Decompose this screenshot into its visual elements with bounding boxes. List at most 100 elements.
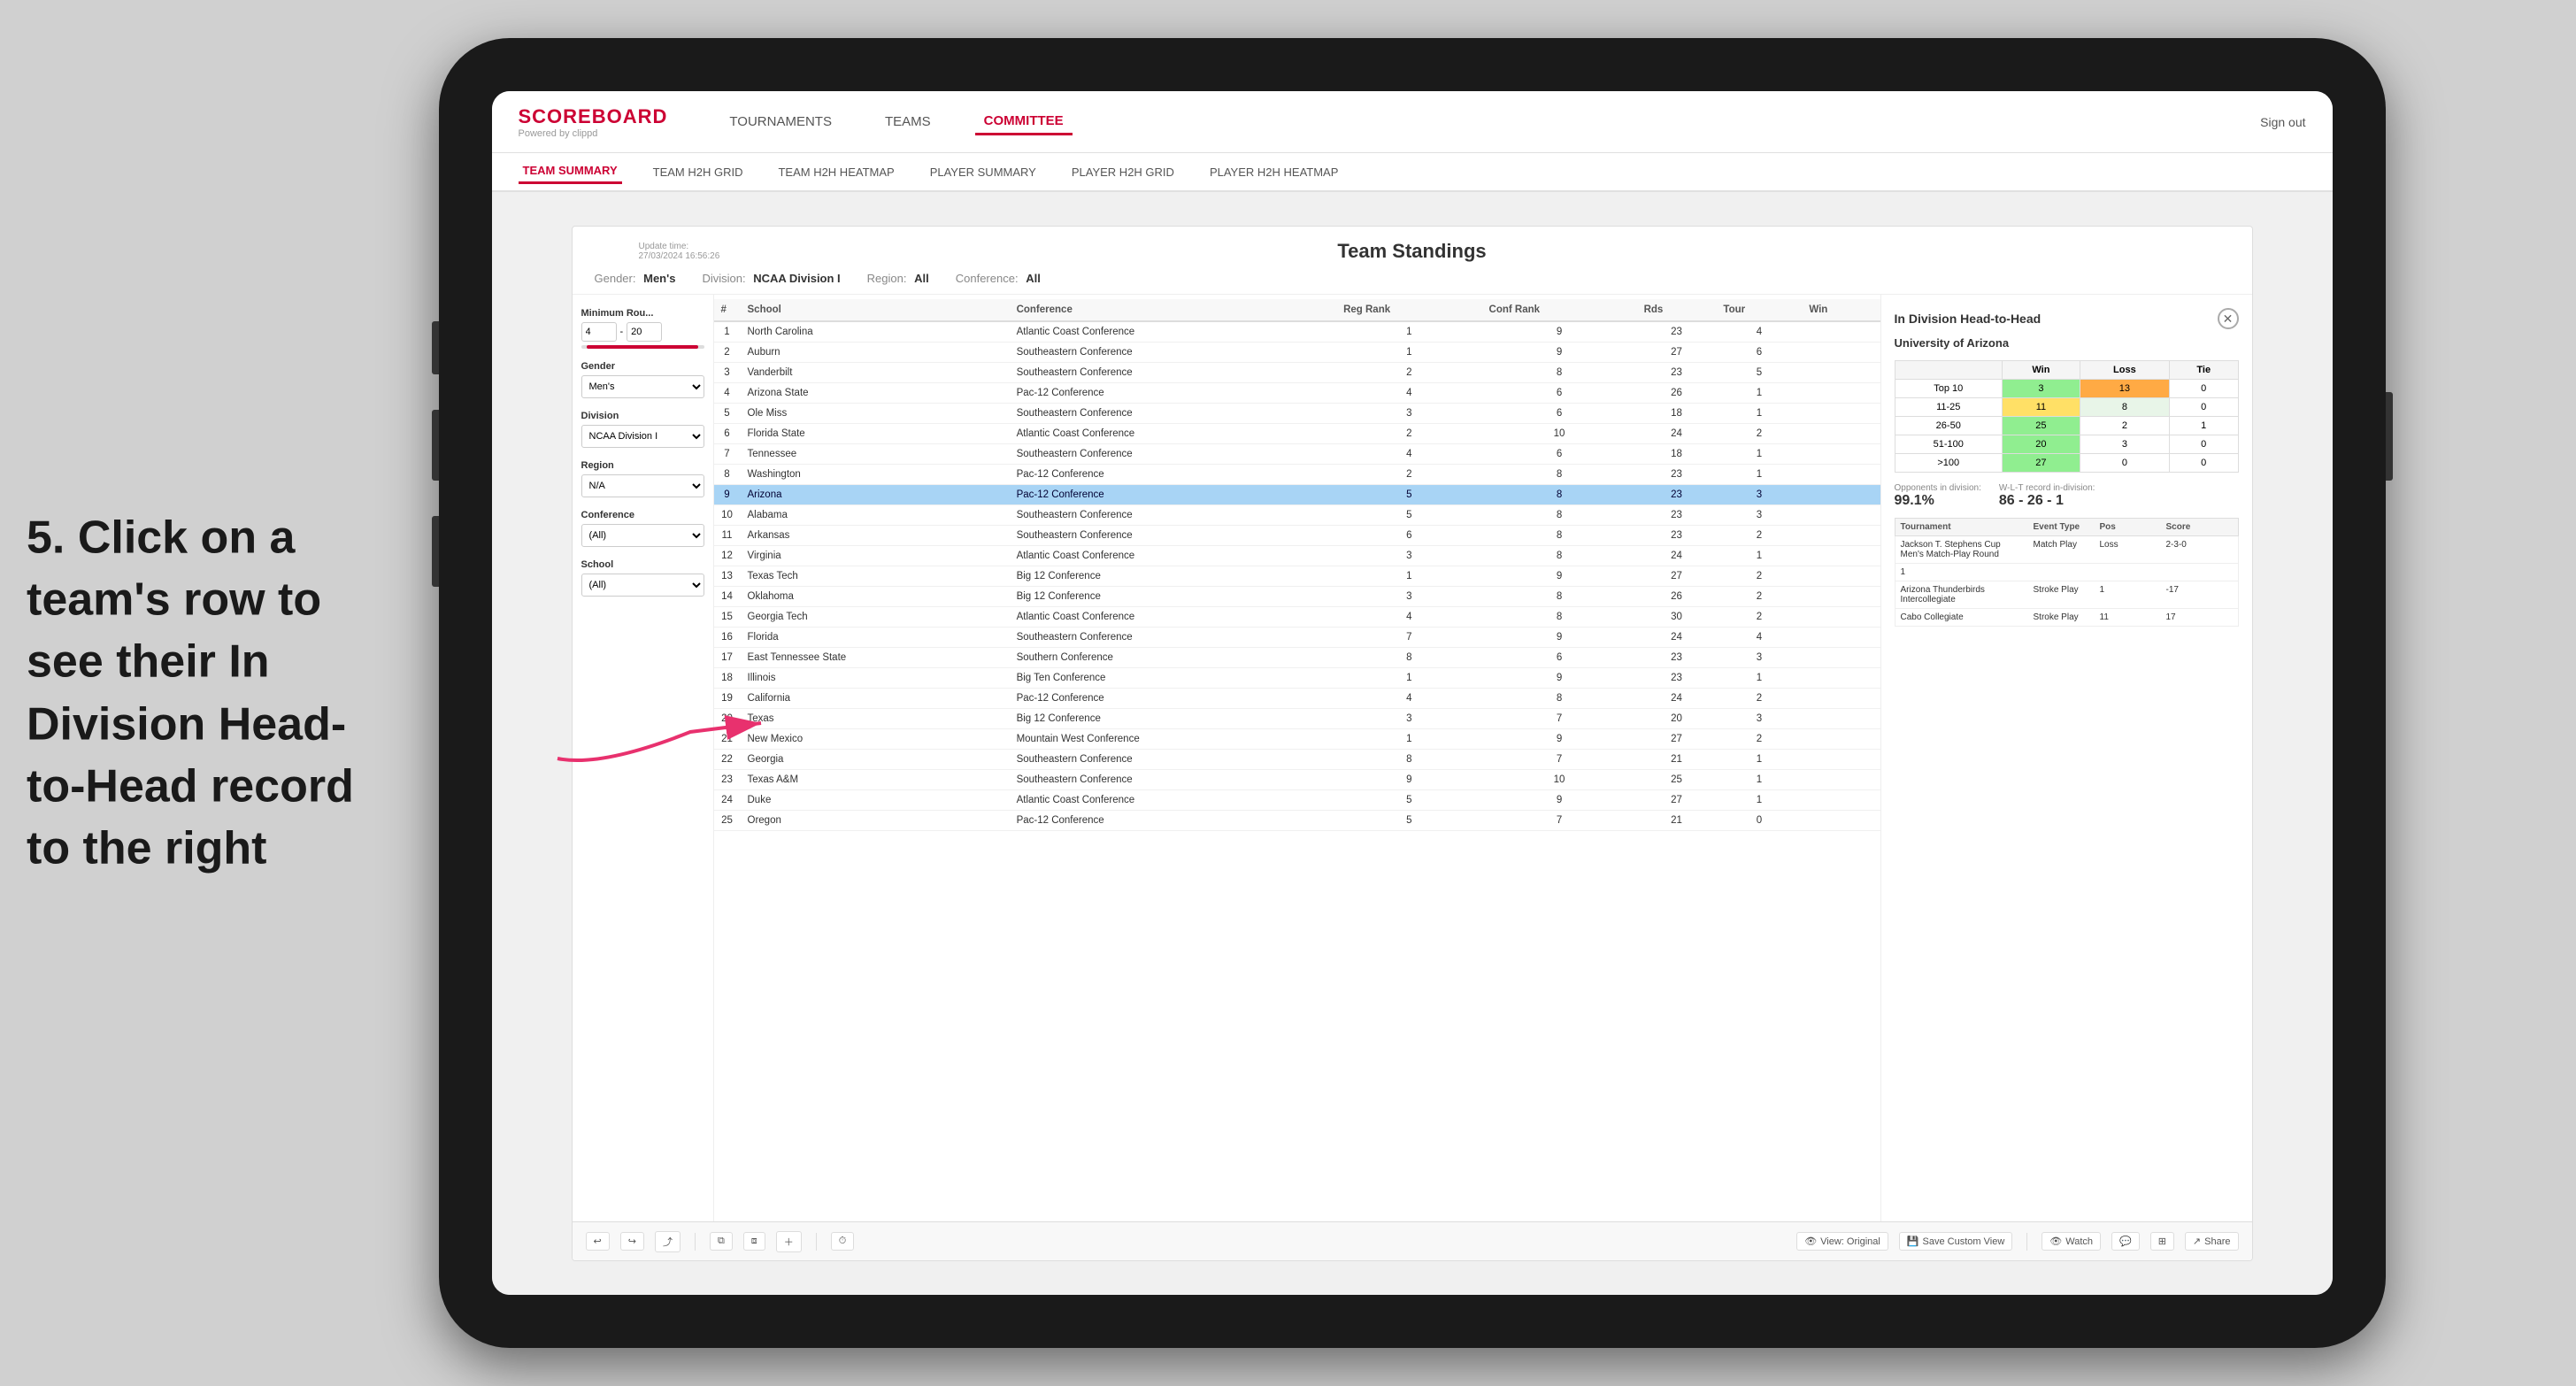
cell-win [1802, 668, 1880, 689]
cell-conf-rank: 8 [1482, 465, 1637, 485]
cell-conf-rank: 8 [1482, 587, 1637, 607]
back-button[interactable]: ⤴ [655, 1231, 681, 1252]
table-row[interactable]: 11 Arkansas Southeastern Conference 6 8 … [714, 526, 1880, 546]
region-select[interactable]: N/A [581, 474, 704, 497]
grid-button[interactable]: ⊞ [2150, 1232, 2174, 1251]
cell-rds: 23 [1637, 485, 1717, 505]
cell-conf-rank: 9 [1482, 566, 1637, 587]
conference-select[interactable]: (All) [581, 524, 704, 547]
table-row[interactable]: 8 Washington Pac-12 Conference 2 8 23 1 [714, 465, 1880, 485]
subnav-player-h2h-grid[interactable]: PLAYER H2H GRID [1067, 161, 1179, 183]
cell-win [1802, 424, 1880, 444]
cell-win [1802, 546, 1880, 566]
cell-num: 3 [714, 363, 741, 383]
table-row[interactable]: 16 Florida Southeastern Conference 7 9 2… [714, 628, 1880, 648]
table-row[interactable]: 21 New Mexico Mountain West Conference 1… [714, 729, 1880, 750]
table-row[interactable]: 6 Florida State Atlantic Coast Conferenc… [714, 424, 1880, 444]
table-row[interactable]: 17 East Tennessee State Southern Confere… [714, 648, 1880, 668]
redo-button[interactable]: ↪ [620, 1232, 644, 1251]
cell-conf-rank: 7 [1482, 750, 1637, 770]
nav-tournaments[interactable]: TOURNAMENTS [720, 110, 841, 134]
share-icon: ↗ [2193, 1236, 2201, 1247]
h2h-header: In Division Head-to-Head ✕ [1895, 308, 2239, 329]
table-row[interactable]: 14 Oklahoma Big 12 Conference 3 8 26 2 [714, 587, 1880, 607]
cell-tour: 1 [1716, 668, 1802, 689]
table-row[interactable]: 24 Duke Atlantic Coast Conference 5 9 27… [714, 790, 1880, 811]
filter-range-rounds: - [581, 322, 704, 342]
cell-rds: 30 [1637, 607, 1717, 628]
report-header: Update time: 27/03/2024 16:56:26 Team St… [573, 227, 2252, 295]
cell-win [1802, 811, 1880, 831]
filter-group-school: School (All) [581, 559, 704, 597]
cell-rds: 23 [1637, 363, 1717, 383]
table-row[interactable]: 9 Arizona Pac-12 Conference 5 8 23 3 [714, 485, 1880, 505]
table-row[interactable]: 20 Texas Big 12 Conference 3 7 20 3 [714, 709, 1880, 729]
cell-tour: 1 [1716, 404, 1802, 424]
save-custom-view-button[interactable]: 💾 Save Custom View [1899, 1232, 2012, 1251]
cell-reg-rank: 3 [1336, 587, 1481, 607]
cell-school: East Tennessee State [741, 648, 1010, 668]
subnav-player-h2h-heatmap[interactable]: PLAYER H2H HEATMAP [1205, 161, 1342, 183]
copy-button[interactable]: ⧉ [710, 1232, 733, 1251]
table-row[interactable]: 5 Ole Miss Southeastern Conference 3 6 1… [714, 404, 1880, 424]
h2h-row-51100: 51-100 20 3 0 [1895, 435, 2238, 454]
rounds-slider[interactable] [581, 345, 704, 349]
table-row[interactable]: 22 Georgia Southeastern Conference 8 7 2… [714, 750, 1880, 770]
cell-num: 21 [714, 729, 741, 750]
cell-num: 1 [714, 321, 741, 343]
share-button[interactable]: ↗ Share [2185, 1232, 2239, 1251]
h2h-col-loss: Loss [2080, 361, 2169, 380]
h2h-close-button[interactable]: ✕ [2218, 308, 2239, 329]
view-original-button[interactable]: 👁 View: Original [1796, 1232, 1888, 1251]
watch-button[interactable]: 👁 Watch [2042, 1232, 2101, 1251]
filter-group-minrounds: Minimum Rou... - [581, 308, 704, 349]
wlt-label: W-L-T record in-division: [1999, 483, 2095, 493]
table-row[interactable]: 15 Georgia Tech Atlantic Coast Conferenc… [714, 607, 1880, 628]
subnav-team-summary[interactable]: TEAM SUMMARY [519, 159, 622, 184]
undo-button[interactable]: ↩ [586, 1232, 610, 1251]
cell-school: North Carolina [741, 321, 1010, 343]
table-row[interactable]: 1 North Carolina Atlantic Coast Conferen… [714, 321, 1880, 343]
cell-conf-rank: 9 [1482, 668, 1637, 689]
min-rounds-to[interactable] [627, 322, 662, 342]
paste-button[interactable]: ⧈ [743, 1232, 765, 1251]
gender-select[interactable]: Men's [581, 375, 704, 398]
table-row[interactable]: 23 Texas A&M Southeastern Conference 9 1… [714, 770, 1880, 790]
separator-2 [816, 1233, 817, 1251]
cell-win [1802, 444, 1880, 465]
cell-rds: 23 [1637, 526, 1717, 546]
cell-rds: 20 [1637, 709, 1717, 729]
division-select[interactable]: NCAA Division I [581, 425, 704, 448]
subnav-team-h2h-grid[interactable]: TEAM H2H GRID [649, 161, 748, 183]
cell-conf-rank: 7 [1482, 811, 1637, 831]
nav-teams[interactable]: TEAMS [876, 110, 940, 134]
school-select[interactable]: (All) [581, 574, 704, 597]
table-row[interactable]: 2 Auburn Southeastern Conference 1 9 27 … [714, 343, 1880, 363]
min-rounds-from[interactable] [581, 322, 617, 342]
table-row[interactable]: 10 Alabama Southeastern Conference 5 8 2… [714, 505, 1880, 526]
table-row[interactable]: 25 Oregon Pac-12 Conference 5 7 21 0 [714, 811, 1880, 831]
add-button[interactable]: ＋ [776, 1231, 802, 1252]
subnav-team-h2h-heatmap[interactable]: TEAM H2H HEATMAP [773, 161, 898, 183]
cell-tour: 2 [1716, 587, 1802, 607]
table-row[interactable]: 12 Virginia Atlantic Coast Conference 3 … [714, 546, 1880, 566]
clock-button[interactable]: ⏱ [831, 1232, 855, 1251]
nav-committee[interactable]: COMMITTEE [975, 109, 1073, 135]
h2h-row-2650: 26-50 25 2 1 [1895, 417, 2238, 435]
table-row[interactable]: 18 Illinois Big Ten Conference 1 9 23 1 [714, 668, 1880, 689]
cell-conf-rank: 6 [1482, 444, 1637, 465]
cell-conf-rank: 8 [1482, 526, 1637, 546]
h2h-win-2650: 25 [2002, 417, 2080, 435]
table-row[interactable]: 7 Tennessee Southeastern Conference 4 6 … [714, 444, 1880, 465]
tablet-screen: SCOREBOARD Powered by clippd TOURNAMENTS… [492, 91, 2333, 1295]
table-row[interactable]: 4 Arizona State Pac-12 Conference 4 6 26… [714, 383, 1880, 404]
comment-button[interactable]: 💬 [2111, 1232, 2140, 1251]
subnav-player-summary[interactable]: PLAYER SUMMARY [926, 161, 1041, 183]
watch-label: Watch [2065, 1236, 2093, 1247]
sign-out[interactable]: Sign out [2260, 115, 2305, 129]
table-row[interactable]: 3 Vanderbilt Southeastern Conference 2 8… [714, 363, 1880, 383]
table-row[interactable]: 19 California Pac-12 Conference 4 8 24 2 [714, 689, 1880, 709]
table-row[interactable]: 13 Texas Tech Big 12 Conference 1 9 27 2 [714, 566, 1880, 587]
cell-reg-rank: 5 [1336, 505, 1481, 526]
cell-conference: Southern Conference [1010, 648, 1337, 668]
